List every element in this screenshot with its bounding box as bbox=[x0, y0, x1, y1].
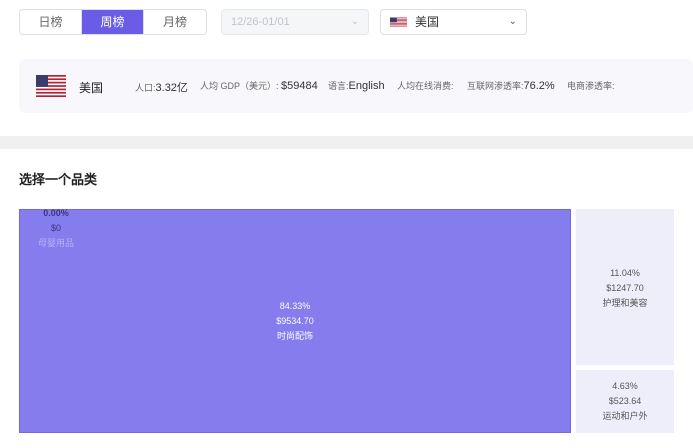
internet-penetration-label: 互联网渗透率: bbox=[467, 81, 524, 91]
tile-percent: 11.04% bbox=[610, 268, 640, 278]
internet-penetration-stat: 互联网渗透率:76.2% bbox=[467, 79, 555, 92]
online-consumption-label: 人均在线消费: bbox=[397, 81, 454, 91]
tile-amount: $0 bbox=[50, 223, 61, 233]
treemap-tile-label: 11.04% $1247.70 护理和美容 bbox=[576, 266, 674, 311]
population-stat: 人口:3.32亿 bbox=[135, 79, 188, 95]
treemap-tile-beauty-care[interactable]: 11.04% $1247.70 护理和美容 bbox=[576, 209, 674, 365]
country-name: 美国 bbox=[79, 81, 104, 95]
gdp-label: 人均 GDP（美元）: bbox=[200, 81, 282, 91]
country-select[interactable]: 美国 ⌄ bbox=[380, 9, 527, 35]
tile-category: 时尚配饰 bbox=[276, 331, 313, 341]
date-range-value: 12/26-01/01 bbox=[231, 16, 290, 28]
treemap-tile-baby-products[interactable]: 0.00% $0 母婴用品 bbox=[19, 206, 93, 251]
us-flag-icon bbox=[390, 17, 407, 27]
chevron-down-icon: ⌄ bbox=[350, 16, 359, 27]
language-label: 语言: bbox=[328, 81, 349, 91]
tile-amount: $9534.70 bbox=[276, 316, 314, 326]
treemap-tile-sports-outdoors[interactable]: 4.63% $523.64 运动和户外 bbox=[576, 370, 674, 433]
language-stat: 语言:English bbox=[328, 79, 385, 92]
section-divider bbox=[0, 136, 693, 149]
section-title: 选择一个品类 bbox=[19, 172, 98, 187]
tile-amount: $523.64 bbox=[608, 396, 642, 406]
tile-percent: 84.33% bbox=[279, 301, 311, 311]
ecommerce-penetration-label: 电商渗透率: bbox=[567, 81, 615, 91]
country-select-value: 美国 bbox=[415, 15, 440, 29]
tile-amount: $1247.70 bbox=[606, 283, 644, 293]
chevron-down-icon: ⌄ bbox=[508, 16, 517, 27]
tile-percent: 4.63% bbox=[612, 381, 638, 391]
date-range-select[interactable]: 12/26-01/01 ⌄ bbox=[221, 9, 369, 35]
gdp-stat: 人均 GDP（美元）: $59484 bbox=[200, 79, 318, 92]
treemap-tile-label: 84.33% $9534.70 时尚配饰 bbox=[20, 299, 570, 344]
treemap-tile-label: 4.63% $523.64 运动和户外 bbox=[576, 379, 674, 424]
language-value: English bbox=[348, 80, 385, 92]
tab-weekly[interactable]: 周榜 bbox=[82, 10, 144, 34]
online-consumption-stat: 人均在线消费: bbox=[397, 79, 454, 92]
tile-category: 护理和美容 bbox=[602, 298, 648, 308]
country-info-card: 美国 人口:3.32亿 人均 GDP（美元）: $59484 语言:Englis… bbox=[19, 59, 693, 113]
period-tabs: 日榜 周榜 月榜 bbox=[19, 9, 207, 35]
population-value: 3.32亿 bbox=[155, 82, 188, 94]
tab-monthly[interactable]: 月榜 bbox=[144, 10, 206, 34]
tab-daily[interactable]: 日榜 bbox=[20, 10, 82, 34]
population-label: 人口: bbox=[135, 83, 156, 93]
tile-category: 母婴用品 bbox=[37, 238, 74, 248]
tile-percent: 0.00% bbox=[43, 208, 69, 218]
tile-category: 运动和户外 bbox=[602, 411, 648, 421]
ecommerce-penetration-stat: 电商渗透率: bbox=[567, 79, 615, 92]
us-flag-icon bbox=[36, 75, 66, 97]
internet-penetration-value: 76.2% bbox=[523, 80, 555, 92]
treemap-tile-fashion-accessories[interactable]: 84.33% $9534.70 时尚配饰 bbox=[19, 209, 571, 433]
gdp-value: $59484 bbox=[281, 80, 318, 92]
